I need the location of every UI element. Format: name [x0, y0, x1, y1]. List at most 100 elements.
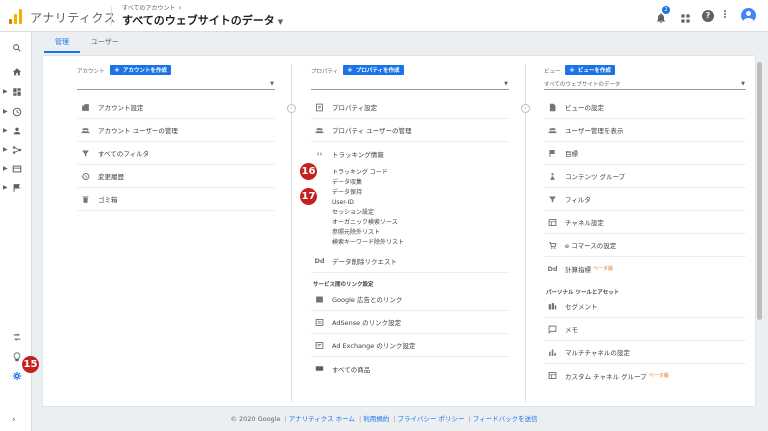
callout-badge-17: 17	[300, 188, 317, 205]
adexchange-icon	[315, 341, 324, 350]
column-divider	[291, 64, 292, 402]
change-history-item[interactable]: 変更履歴	[77, 165, 275, 188]
nav-search[interactable]	[0, 40, 32, 56]
lightbulb-icon	[13, 352, 21, 362]
create-account-button[interactable]: + アカウントを作成	[110, 65, 171, 75]
settings-doc-icon	[315, 103, 324, 112]
beta-badge: ベータ版	[648, 373, 669, 379]
create-view-button[interactable]: + ビューを作成	[565, 65, 615, 75]
channel-settings-item[interactable]: チャネル設定	[544, 211, 746, 234]
search-term-exclusion-link[interactable]: 検索キーワード除外リスト	[332, 238, 404, 248]
data-deletion-request-item[interactable]: Dd データ削除リクエスト	[311, 250, 509, 273]
view-filters-item[interactable]: フィルタ	[544, 188, 746, 211]
cart-icon	[548, 241, 557, 250]
bars-icon	[548, 348, 557, 357]
view-user-management-item[interactable]: ユーザー管理を表示	[544, 119, 746, 142]
tracking-code-link[interactable]: トラッキング コード	[332, 168, 404, 178]
account-settings-item[interactable]: アカウント設定	[77, 96, 275, 119]
help-icon[interactable]: ?	[702, 10, 714, 22]
google-ads-link-item[interactable]: Google 広告とのリンク	[311, 288, 509, 311]
callout-badge-15: 15	[22, 356, 39, 373]
nav-acquisition[interactable]: ▶	[0, 142, 32, 158]
analytics-logo-icon[interactable]	[9, 8, 22, 24]
all-products-item[interactable]: すべての商品	[311, 357, 509, 380]
nav-conversions[interactable]: ▶	[0, 180, 32, 196]
segments-item[interactable]: セグメント	[544, 295, 746, 318]
tab-admin[interactable]: 管理	[44, 33, 80, 53]
column-divider	[525, 64, 526, 402]
view-settings-item[interactable]: ビューの設定	[544, 96, 746, 119]
dropdown-arrow-icon: ▼	[741, 81, 745, 87]
ad-exchange-link-item[interactable]: Ad Exchange のリンク設定	[311, 334, 509, 357]
behavior-icon	[12, 165, 22, 173]
history-icon	[81, 172, 90, 181]
more-vert-icon[interactable]	[723, 9, 727, 23]
tracking-sub-list: トラッキング コード データ収集 データ保持 User-ID セッション設定 オ…	[332, 168, 404, 248]
view-selector[interactable]: すべてのウェブサイトのデータ ▼	[122, 12, 283, 28]
adsense-link-item[interactable]: AdSense のリンク設定	[311, 311, 509, 334]
property-user-management-item[interactable]: プロパティ ユーザーの管理	[311, 119, 509, 142]
nav-audience[interactable]: ▶	[0, 123, 32, 139]
page-footer: © 2020 Google | アナリティクス ホーム | 利用規約 | プライバシー…	[230, 415, 538, 423]
session-settings-link[interactable]: セッション設定	[332, 208, 404, 218]
nav-home[interactable]	[0, 64, 32, 80]
caret-down-icon: ▼	[277, 18, 284, 26]
organic-search-sources-link[interactable]: オーガニック検索ソース	[332, 218, 404, 228]
nav-realtime[interactable]: ▶	[0, 104, 32, 120]
custom-channel-grouping-item[interactable]: カスタム チャネル グループ ベータ版	[544, 364, 746, 387]
account-user-management-item[interactable]: アカウント ユーザーの管理	[77, 119, 275, 142]
annotations-item[interactable]: メモ	[544, 318, 746, 341]
nav-attribution[interactable]	[0, 329, 32, 345]
products-icon	[315, 364, 324, 373]
data-collection-link[interactable]: データ収集	[332, 178, 404, 188]
flag-icon	[548, 149, 557, 158]
calculated-metrics-item[interactable]: Dd 計算指標 ベータ版	[544, 257, 746, 280]
tab-user[interactable]: ユーザー	[80, 33, 130, 53]
avatar[interactable]	[741, 8, 756, 23]
content-grouping-item[interactable]: コンテンツ グループ	[544, 165, 746, 188]
tracking-info-item[interactable]: ‹› トラッキング情報	[311, 142, 509, 165]
top-header: アナリティクス すべてのアカウント › すべてのウェブサイトのデータ ▼ 2 ?	[0, 0, 768, 32]
clock-icon	[12, 107, 22, 117]
chevron-right-icon: ›	[178, 4, 182, 12]
trash-icon	[81, 195, 90, 204]
create-property-button[interactable]: + プロパティを作成	[343, 65, 404, 75]
apps-grid-icon[interactable]	[680, 9, 694, 23]
search-icon	[13, 44, 21, 52]
expand-arrow-icon: ▶	[3, 146, 8, 153]
multichannel-settings-item[interactable]: マルチチャネルの設定	[544, 341, 746, 364]
users-icon	[548, 126, 557, 135]
view-selector[interactable]: すべてのウェブサイトのデータ ▼	[544, 80, 746, 90]
trash-item[interactable]: ゴミ箱	[77, 188, 275, 211]
users-icon	[315, 126, 324, 135]
expand-arrow-icon: ▶	[3, 88, 8, 95]
ads-icon	[315, 295, 324, 304]
dashboard-icon	[13, 88, 21, 96]
account-column-label: アカウント	[77, 69, 105, 75]
user-id-link[interactable]: User-ID	[332, 198, 404, 208]
notification-count-badge: 2	[662, 6, 670, 14]
terms-link[interactable]: 利用規約	[363, 415, 389, 423]
person-icon	[548, 172, 557, 181]
admin-tabs: 管理 ユーザー	[44, 33, 130, 53]
filter-icon	[81, 149, 90, 158]
goals-item[interactable]: 目標	[544, 142, 746, 165]
all-filters-item[interactable]: すべてのフィルタ	[77, 142, 275, 165]
nav-customization[interactable]: ▶	[0, 84, 32, 100]
send-feedback-link[interactable]: フィードバックを送信	[473, 415, 538, 423]
data-retention-link[interactable]: データ保持	[332, 188, 404, 198]
plus-icon: +	[569, 66, 575, 74]
account-selector[interactable]: ▼	[77, 80, 275, 90]
referral-exclusion-link[interactable]: 参照元除外リスト	[332, 228, 404, 238]
analytics-home-link[interactable]: アナリティクス ホーム	[289, 415, 355, 423]
scrollbar-thumb[interactable]	[757, 62, 762, 320]
nav-behavior[interactable]: ▶	[0, 161, 32, 177]
privacy-policy-link[interactable]: プライバシー ポリシー	[398, 415, 465, 423]
code-icon: ‹›	[316, 149, 323, 158]
attribution-icon	[13, 333, 21, 341]
property-selector[interactable]: ▼	[311, 80, 509, 90]
property-settings-item[interactable]: プロパティ設定	[311, 96, 509, 119]
filter-icon	[548, 195, 557, 204]
ecommerce-settings-item[interactable]: e コマースの設定	[544, 234, 746, 257]
account-breadcrumb[interactable]: すべてのアカウント ›	[122, 3, 181, 12]
